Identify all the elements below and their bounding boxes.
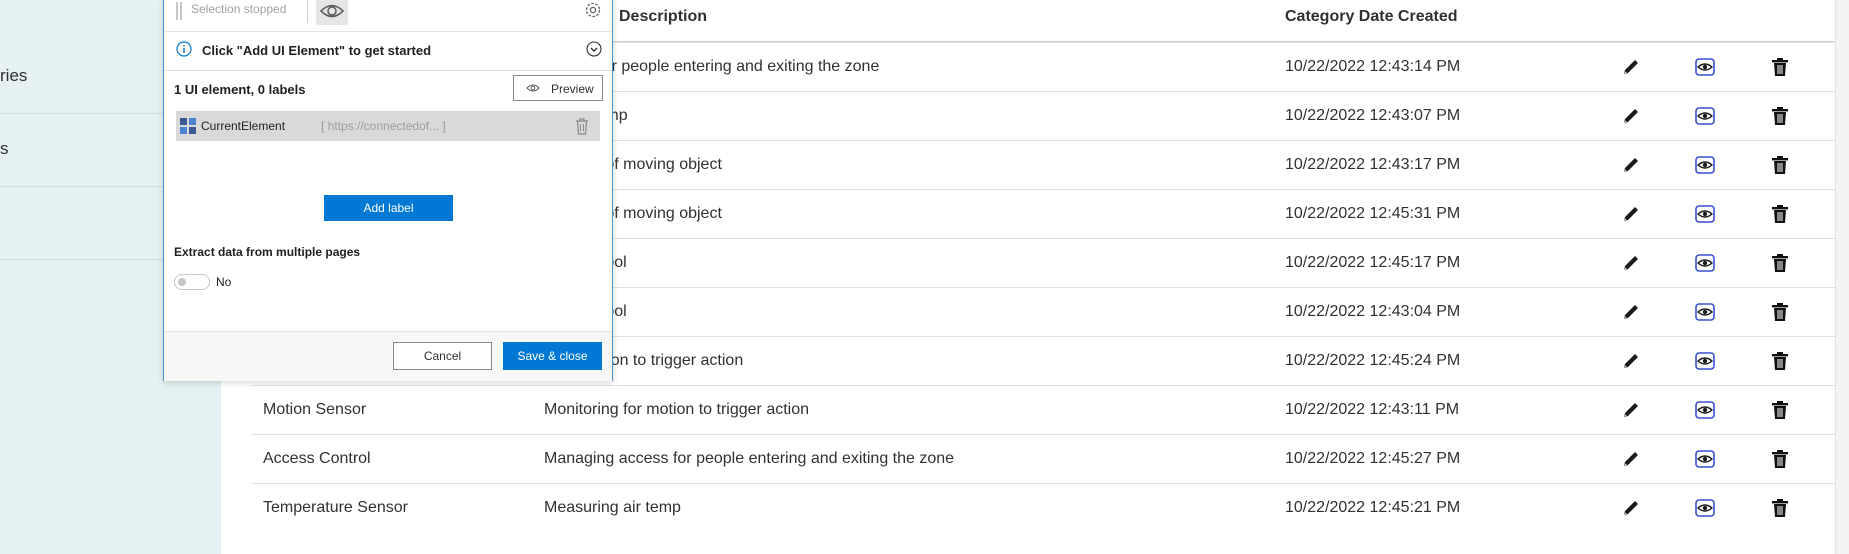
dialog-toolbar: Selection stopped — [164, 0, 612, 32]
toolbar-divider — [307, 0, 308, 23]
pencil-icon[interactable] — [1620, 56, 1642, 78]
toggle-selection-button[interactable] — [316, 0, 348, 25]
element-url: [ https://connectedof... ] — [321, 119, 446, 133]
row-name: Temperature Sensor — [263, 499, 408, 516]
column-header-date-created[interactable]: Category Date Created — [1285, 8, 1458, 26]
dialog-footer: Cancel Save & close — [164, 331, 612, 381]
trash-icon[interactable] — [1769, 154, 1791, 176]
row-date-created: 10/22/2022 12:43:04 PM — [1285, 303, 1461, 320]
table-row: Access Control Managing access for people… — [251, 434, 1835, 484]
eye-icon[interactable] — [1694, 252, 1716, 274]
pencil-icon[interactable] — [1620, 252, 1642, 274]
row-description: Managing access for people entering and … — [544, 450, 955, 467]
eye-icon[interactable] — [1694, 301, 1716, 323]
pencil-icon[interactable] — [1620, 448, 1642, 470]
eye-icon[interactable] — [1694, 105, 1716, 127]
row-date-created: 10/22/2022 12:45:27 PM — [1285, 450, 1461, 467]
table-row: Temperature Sensor Measuring air temp 10/2… — [251, 483, 1835, 533]
trash-icon[interactable] — [1769, 203, 1791, 225]
trash-icon[interactable] — [574, 117, 590, 135]
sidebar-item-label: s — [0, 139, 9, 158]
row-date-created: 10/22/2022 12:43:14 PM — [1285, 58, 1461, 75]
chevron-down-icon[interactable] — [586, 41, 602, 57]
row-date-created: 10/22/2022 12:43:07 PM — [1285, 107, 1461, 124]
add-label-button[interactable]: Add label — [324, 195, 453, 221]
row-date-created: 10/22/2022 12:45:31 PM — [1285, 205, 1461, 222]
row-name: Access Control — [263, 450, 371, 467]
column-header-description[interactable]: Description — [619, 8, 707, 26]
eye-icon[interactable] — [1694, 399, 1716, 421]
gear-icon — [585, 2, 601, 18]
eye-icon[interactable] — [1694, 154, 1716, 176]
info-text: Click "Add UI Element" to get started — [202, 43, 432, 58]
selection-status: Selection stopped — [191, 2, 287, 16]
cancel-button[interactable]: Cancel — [393, 342, 492, 370]
row-date-created: 10/22/2022 12:43:11 PM — [1285, 401, 1460, 418]
extract-multiple-pages-label: Extract data from multiple pages — [174, 245, 361, 259]
preview-button[interactable]: Preview — [513, 75, 603, 101]
eye-icon[interactable] — [1694, 56, 1716, 78]
table-row: Motion Sensor Monitoring for motion to tr… — [251, 385, 1835, 435]
pencil-icon[interactable] — [1620, 154, 1642, 176]
trash-icon[interactable] — [1769, 56, 1791, 78]
trash-icon[interactable] — [1769, 252, 1791, 274]
info-icon — [176, 41, 192, 57]
window-icon — [180, 118, 196, 134]
settings-button[interactable] — [584, 1, 602, 19]
element-name: CurrentElement — [201, 119, 286, 133]
row-description: Monitoring for motion to trigger action — [544, 401, 810, 418]
row-date-created: 10/22/2022 12:45:17 PM — [1285, 254, 1461, 271]
row-name: Motion Sensor — [263, 401, 367, 418]
eye-icon[interactable] — [1694, 497, 1716, 519]
save-and-close-button[interactable]: Save & close — [503, 342, 602, 370]
trash-icon[interactable] — [1769, 448, 1791, 470]
ui-element-dialog: Selection stopped Click "Add UI Element"… — [163, 0, 613, 381]
drag-handle[interactable] — [176, 2, 182, 20]
toggle-knob — [178, 278, 186, 286]
preview-label: Preview — [551, 82, 594, 96]
trash-icon[interactable] — [1769, 105, 1791, 127]
ui-element-row[interactable]: CurrentElement [ https://connectedof... … — [176, 111, 600, 141]
sidebar-item-label: ries — [0, 66, 28, 85]
pencil-icon[interactable] — [1620, 350, 1642, 372]
toggle-state-label: No — [216, 275, 232, 289]
info-bar: Click "Add UI Element" to get started — [164, 32, 612, 71]
trash-icon[interactable] — [1769, 497, 1791, 519]
pencil-icon[interactable] — [1620, 105, 1642, 127]
element-count: 1 UI element, 0 labels — [174, 82, 306, 97]
row-date-created: 10/22/2022 12:45:24 PM — [1285, 352, 1461, 369]
pencil-icon[interactable] — [1620, 301, 1642, 323]
eye-icon — [319, 4, 345, 18]
pencil-icon[interactable] — [1620, 497, 1642, 519]
eye-icon — [526, 84, 540, 92]
trash-icon[interactable] — [1769, 301, 1791, 323]
row-date-created: 10/22/2022 12:45:21 PM — [1285, 499, 1461, 516]
row-date-created: 10/22/2022 12:43:17 PM — [1285, 156, 1461, 173]
pencil-icon[interactable] — [1620, 203, 1642, 225]
vertical-scrollbar[interactable] — [1835, 0, 1849, 554]
eye-icon[interactable] — [1694, 350, 1716, 372]
extract-multiple-pages-toggle[interactable] — [174, 274, 210, 290]
pencil-icon[interactable] — [1620, 399, 1642, 421]
row-description: Measuring air temp — [544, 499, 681, 516]
eye-icon[interactable] — [1694, 448, 1716, 470]
trash-icon[interactable] — [1769, 399, 1791, 421]
eye-icon[interactable] — [1694, 203, 1716, 225]
trash-icon[interactable] — [1769, 350, 1791, 372]
